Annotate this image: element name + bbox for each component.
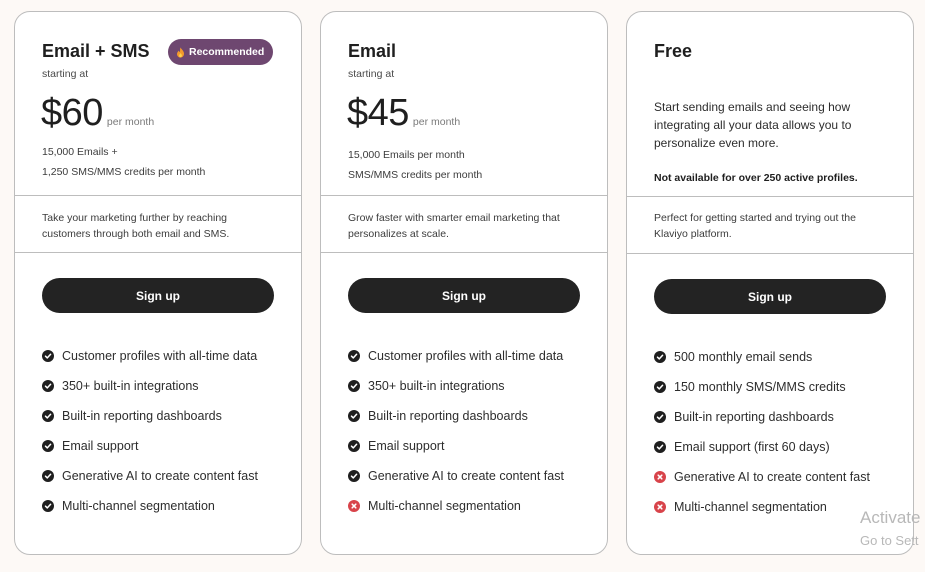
divider — [321, 252, 607, 253]
plan-card-email: Email starting at $45 per month 15,000 E… — [320, 11, 608, 555]
plan-card-email-sms: Email + SMS Recommended starting at $60 … — [14, 11, 302, 555]
feature-label: Built-in reporting dashboards — [62, 409, 222, 423]
feature-item: Multi-channel segmentation — [348, 499, 521, 513]
feature-label: Generative AI to create content fast — [368, 469, 564, 483]
recommended-badge-label: Recommended — [189, 46, 265, 58]
feature-item: 500 monthly email sends — [654, 350, 812, 364]
check-circle-icon — [348, 350, 360, 362]
feature-item: 350+ built-in integrations — [348, 379, 505, 393]
feature-item: Generative AI to create content fast — [654, 470, 870, 484]
plan-name: Free — [654, 41, 693, 61]
starting-at-label: starting at — [42, 68, 89, 80]
recommended-badge: Recommended — [168, 39, 274, 65]
activation-watermark-line2: Go to Sett — [860, 533, 919, 548]
feature-item: Built-in reporting dashboards — [42, 409, 222, 423]
divider — [627, 253, 913, 254]
feature-item: Customer profiles with all-time data — [348, 349, 563, 363]
check-circle-icon — [42, 350, 54, 362]
feature-item: 350+ built-in integrations — [42, 379, 199, 393]
sign-up-button[interactable]: Sign up — [654, 279, 886, 314]
check-circle-icon — [654, 441, 666, 453]
price-row: $45 per month — [347, 92, 460, 135]
feature-label: 350+ built-in integrations — [62, 379, 199, 393]
check-circle-icon — [42, 500, 54, 512]
x-circle-icon — [654, 501, 666, 513]
plan-card-free: Free Start sending emails and seeing how… — [626, 11, 914, 555]
plan-description: Start sending emails and seeing how inte… — [654, 100, 852, 150]
feature-item: Multi-channel segmentation — [654, 500, 827, 514]
plan-detail-line: 1,250 SMS/MMS credits per month — [42, 166, 206, 178]
per-month-label: per month — [106, 116, 155, 128]
plan-price: $45 — [347, 92, 409, 134]
plan-availability-note: Not available for over 250 active profil… — [654, 172, 858, 184]
feature-label: Customer profiles with all-time data — [62, 349, 258, 363]
check-circle-icon — [42, 410, 54, 422]
feature-item: Built-in reporting dashboards — [348, 409, 528, 423]
feature-item: Email support — [348, 439, 444, 453]
activation-watermark-line1: Activate — [860, 508, 921, 527]
plan-detail-line: SMS/MMS credits per month — [348, 169, 483, 181]
plan-price: $60 — [41, 92, 103, 134]
check-circle-icon — [654, 411, 666, 423]
feature-label: Built-in reporting dashboards — [674, 410, 834, 424]
check-circle-icon — [654, 381, 666, 393]
plan-name: Email — [348, 41, 397, 61]
feature-label: Email support (first 60 days) — [674, 440, 830, 454]
plan-name: Email + SMS — [42, 41, 150, 61]
feature-label: Generative AI to create content fast — [674, 470, 870, 484]
feature-label: 350+ built-in integrations — [368, 379, 505, 393]
feature-label: Email support — [62, 439, 139, 453]
feature-label: 150 monthly SMS/MMS credits — [674, 380, 846, 394]
sign-up-button[interactable]: Sign up — [348, 278, 580, 313]
feature-label: Multi-channel segmentation — [368, 499, 521, 513]
plan-blurb: Take your marketing further by reaching … — [42, 212, 230, 240]
divider — [15, 252, 301, 253]
check-circle-icon — [654, 351, 666, 363]
feature-item: Email support (first 60 days) — [654, 440, 830, 454]
plan-blurb: Grow faster with smarter email marketing… — [348, 212, 560, 240]
feature-item: Generative AI to create content fast — [348, 469, 564, 483]
divider — [321, 195, 607, 196]
check-circle-icon — [348, 410, 360, 422]
feature-label: 500 monthly email sends — [674, 350, 813, 364]
feature-label: Email support — [368, 439, 445, 453]
plan-blurb: Perfect for getting started and trying o… — [654, 212, 856, 240]
feature-item: Multi-channel segmentation — [42, 499, 215, 513]
plan-detail-line: 15,000 Emails + — [42, 146, 118, 158]
feature-item: Email support — [42, 439, 138, 453]
check-circle-icon — [348, 380, 360, 392]
plan-detail-line: 15,000 Emails per month — [348, 149, 465, 161]
check-circle-icon — [348, 440, 360, 452]
check-circle-icon — [42, 440, 54, 452]
check-circle-icon — [42, 380, 54, 392]
starting-at-label: starting at — [348, 68, 395, 80]
feature-label: Customer profiles with all-time data — [368, 349, 564, 363]
feature-item: Customer profiles with all-time data — [42, 349, 257, 363]
per-month-label: per month — [412, 116, 461, 128]
feature-item: Built-in reporting dashboards — [654, 410, 834, 424]
feature-label: Multi-channel segmentation — [674, 500, 827, 514]
check-circle-icon — [348, 470, 360, 482]
price-row: $60 per month — [41, 92, 154, 135]
feature-item: Generative AI to create content fast — [42, 469, 258, 483]
check-circle-icon — [42, 470, 54, 482]
divider — [627, 196, 913, 197]
feature-item: 150 monthly SMS/MMS credits — [654, 380, 846, 394]
divider — [15, 195, 301, 196]
sign-up-button[interactable]: Sign up — [42, 278, 274, 313]
feature-label: Built-in reporting dashboards — [368, 409, 528, 423]
x-circle-icon — [654, 471, 666, 483]
flame-icon — [176, 46, 185, 58]
feature-label: Multi-channel segmentation — [62, 499, 215, 513]
feature-label: Generative AI to create content fast — [62, 469, 258, 483]
x-circle-icon — [348, 500, 360, 512]
